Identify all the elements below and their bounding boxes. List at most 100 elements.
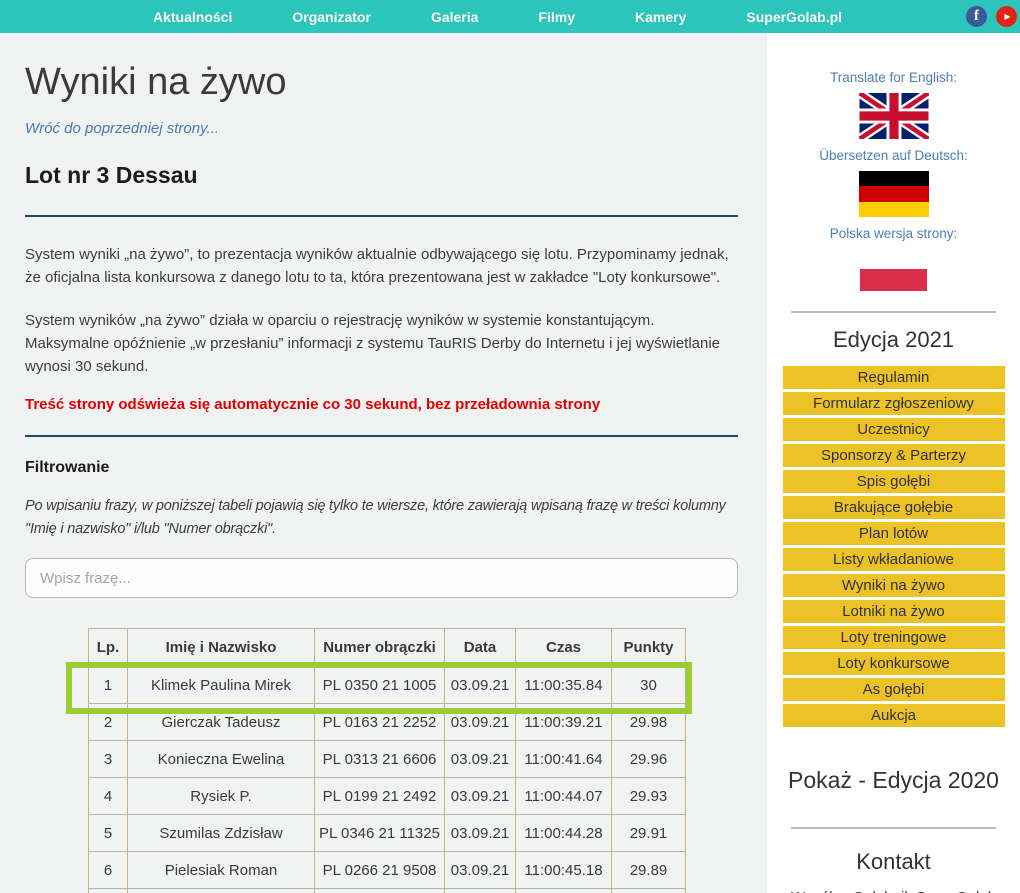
cell-lp: 3 <box>89 741 128 778</box>
cell-lp: 6 <box>89 852 128 889</box>
cell-date: 03.09.21 <box>445 852 516 889</box>
cell-name: Szumilas Zdzisław <box>128 815 315 852</box>
col-header-name: Imię i Nazwisko <box>128 629 315 667</box>
page-title: Wyniki na żywo <box>25 61 738 104</box>
facebook-icon[interactable]: f <box>966 6 987 27</box>
uk-flag-icon[interactable] <box>859 93 929 139</box>
filter-input[interactable] <box>25 558 738 598</box>
intro-paragraph-1: System wyniki „na żywo”, to prezentacja … <box>25 243 738 289</box>
show-edition-2020-link[interactable]: Pokaż - Edycja 2020 <box>767 767 1020 794</box>
nav-item-aktualnosci[interactable]: Aktualności <box>153 9 232 25</box>
table-row: 5 Szumilas Zdzisław PL 0346 21 11325 03.… <box>89 815 686 852</box>
germany-flag-icon[interactable] <box>859 171 929 217</box>
nav-item-supergolab[interactable]: SuperGolab.pl <box>746 9 842 25</box>
menu-wyniki-na-zywo[interactable]: Wyniki na żywo <box>783 574 1005 597</box>
edition-menu: Regulamin Formularz zgłoszeniowy Uczestn… <box>767 366 1020 727</box>
menu-sponsorzy-parterzy[interactable]: Sponsorzy & Parterzy <box>783 444 1005 467</box>
menu-as-golebi[interactable]: As gołębi <box>783 678 1005 701</box>
col-header-ring: Numer obrączki <box>315 629 445 667</box>
menu-listy-wkladaniowe[interactable]: Listy wkładaniowe <box>783 548 1005 571</box>
back-link[interactable]: Wróć do poprzedniej strony... <box>25 120 219 137</box>
auto-refresh-notice: Treść strony odświeża się automatycznie … <box>25 396 738 413</box>
cell-lp: 1 <box>89 667 128 704</box>
cell-time: 11:00:44.07 <box>516 778 612 815</box>
divider <box>25 435 738 437</box>
col-header-lp: Lp. <box>89 629 128 667</box>
results-table-wrap: Lp. Imię i Nazwisko Numer obrączki Data … <box>88 628 685 893</box>
top-navbar: Aktualności Organizator Galeria Filmy Ka… <box>0 0 1020 33</box>
cell-date: 03.09.21 <box>445 778 516 815</box>
table-row: 3 Konieczna Ewelina PL 0313 21 6606 03.0… <box>89 741 686 778</box>
divider <box>25 215 738 217</box>
menu-regulamin[interactable]: Regulamin <box>783 366 1005 389</box>
cell-date: 03.09.21 <box>445 741 516 778</box>
cell-lp: 4 <box>89 778 128 815</box>
cell-name: Gierczak Tadeusz <box>128 704 315 741</box>
table-header-row: Lp. Imię i Nazwisko Numer obrączki Data … <box>89 629 686 667</box>
cell-points: 30 <box>612 667 686 704</box>
social-links: f ▶ <box>966 6 1020 27</box>
cell-time: 11:00:35.84 <box>516 667 612 704</box>
menu-plan-lotow[interactable]: Plan lotów <box>783 522 1005 545</box>
main-menu: Aktualności Organizator Galeria Filmy Ka… <box>0 9 842 25</box>
cell-ring: PL 0350 21 1005 <box>315 667 445 704</box>
cell-ring: PL 0346 21 11325 <box>315 815 445 852</box>
youtube-icon[interactable]: ▶ <box>996 6 1017 27</box>
cell-lp: 2 <box>89 704 128 741</box>
col-header-date: Data <box>445 629 516 667</box>
results-table: Lp. Imię i Nazwisko Numer obrączki Data … <box>88 628 686 893</box>
cell-time: 11:00:39.21 <box>516 704 612 741</box>
translate-english-link[interactable]: Translate for English: <box>767 70 1020 85</box>
cell-date: 03.09.21 <box>445 815 516 852</box>
lot-title: Lot nr 3 Dessau <box>25 162 738 189</box>
edition-heading: Edycja 2021 <box>767 327 1020 353</box>
table-row: 1 Klimek Paulina Mirek PL 0350 21 1005 0… <box>89 667 686 704</box>
filter-heading: Filtrowanie <box>25 459 738 477</box>
menu-spis-golebi[interactable]: Spis gołębi <box>783 470 1005 493</box>
cell-points: 29.89 <box>612 852 686 889</box>
translate-polish-link[interactable]: Polska wersja strony: <box>767 226 1020 241</box>
contact-heading: Kontakt <box>767 849 1020 875</box>
cell-name: Klimek Paulina Mirek <box>128 667 315 704</box>
cell-ring: PL 0313 21 6606 <box>315 741 445 778</box>
divider <box>791 827 996 829</box>
table-row: 6 Pielesiak Roman PL 0266 21 9508 03.09.… <box>89 852 686 889</box>
nav-item-organizator[interactable]: Organizator <box>292 9 371 25</box>
col-header-time: Czas <box>516 629 612 667</box>
cell-ring: PL 0266 21 9508 <box>315 852 445 889</box>
menu-brakujace-golebie[interactable]: Brakujące gołębie <box>783 496 1005 519</box>
divider <box>791 311 996 313</box>
cell-points: 29.93 <box>612 778 686 815</box>
main-content: Wyniki na żywo Wróć do poprzedniej stron… <box>0 33 767 893</box>
table-row <box>89 889 686 893</box>
menu-uczestnicy[interactable]: Uczestnicy <box>783 418 1005 441</box>
cell-ring: PL 0163 21 2252 <box>315 704 445 741</box>
poland-flag-icon[interactable] <box>860 247 927 291</box>
menu-loty-treningowe[interactable]: Loty treningowe <box>783 626 1005 649</box>
cell-name: Pielesiak Roman <box>128 852 315 889</box>
cell-name: Rysiek P. <box>128 778 315 815</box>
nav-item-filmy[interactable]: Filmy <box>538 9 575 25</box>
cell-points: 29.98 <box>612 704 686 741</box>
cell-time: 11:00:45.18 <box>516 852 612 889</box>
intro-paragraph-2: System wyników „na żywo” działa w oparci… <box>25 309 738 378</box>
menu-loty-konkursowe[interactable]: Loty konkursowe <box>783 652 1005 675</box>
menu-aukcja[interactable]: Aukcja <box>783 704 1005 727</box>
nav-item-galeria[interactable]: Galeria <box>431 9 478 25</box>
nav-item-kamery[interactable]: Kamery <box>635 9 686 25</box>
cell-points: 29.91 <box>612 815 686 852</box>
menu-lotniki-na-zywo[interactable]: Lotniki na żywo <box>783 600 1005 623</box>
filter-description: Po wpisaniu frazy, w poniższej tabeli po… <box>25 495 738 541</box>
cell-date: 03.09.21 <box>445 704 516 741</box>
cell-ring: PL 0199 21 2492 <box>315 778 445 815</box>
cell-points: 29.96 <box>612 741 686 778</box>
cell-time: 11:00:41.64 <box>516 741 612 778</box>
cell-lp: 5 <box>89 815 128 852</box>
cell-date: 03.09.21 <box>445 667 516 704</box>
col-header-points: Punkty <box>612 629 686 667</box>
cell-name: Konieczna Ewelina <box>128 741 315 778</box>
menu-formularz-zgloszeniowy[interactable]: Formularz zgłoszeniowy <box>783 392 1005 415</box>
translate-german-link[interactable]: Übersetzen auf Deutsch: <box>767 148 1020 163</box>
cell-time: 11:00:44.28 <box>516 815 612 852</box>
table-row: 4 Rysiek P. PL 0199 21 2492 03.09.21 11:… <box>89 778 686 815</box>
